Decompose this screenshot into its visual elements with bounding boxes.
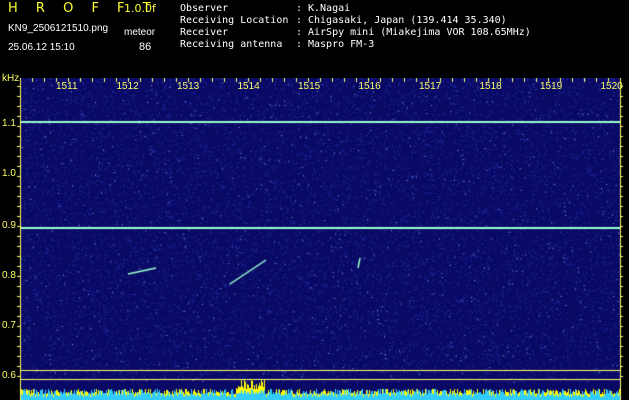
y-tick-label: 1.1 [2, 118, 16, 129]
y-tick-label: 0.6 [2, 370, 16, 381]
y-tick-label: 0.9 [2, 220, 16, 231]
observer-colon: : [296, 3, 303, 14]
x-tick-label: 1517 [419, 81, 442, 92]
datetime: 25.06.12 15:10 [8, 42, 75, 53]
app-version: 1.0.0f [124, 2, 156, 15]
spectrogram-panel: kHz 1.1 1.0 0.9 0.8 0.7 0.6 1511 1512 1513 1514 1… [0, 74, 629, 400]
x-tick-label: 1516 [358, 81, 381, 92]
meteor-count: 86 [139, 41, 152, 53]
location-value: Chigasaki, Japan (139.414 35.340) [308, 15, 507, 26]
location-key: Receiving Location [180, 15, 289, 26]
y-unit-label: kHz [2, 73, 20, 84]
antenna-colon: : [296, 39, 303, 50]
x-tick-label: 1520 [600, 81, 623, 92]
x-tick-label: 1512 [116, 81, 139, 92]
x-tick-label: 1515 [298, 81, 321, 92]
antenna-value: Maspro FM-3 [308, 39, 375, 50]
observer-key: Observer [180, 3, 229, 14]
receiver-value: AirSpy mini (Miakejima VOR 108.65MHz) [308, 27, 531, 38]
y-tick-label: 1.0 [2, 168, 16, 179]
x-tick-label: 1513 [177, 81, 200, 92]
location-colon: : [296, 15, 303, 26]
meteor-label: meteor [124, 27, 156, 38]
antenna-key: Receiving antenna [180, 39, 283, 50]
y-tick-label: 0.7 [2, 320, 16, 331]
x-tick-label: 1518 [479, 81, 502, 92]
x-tick-label: 1519 [540, 81, 563, 92]
spectrogram-canvas [0, 78, 629, 400]
y-tick-label: 0.8 [2, 270, 16, 281]
receiver-colon: : [296, 27, 303, 38]
observer-value: K.Nagai [308, 3, 351, 14]
x-tick-label: 1514 [237, 81, 260, 92]
file-name: KN9_2506121510.png [8, 23, 109, 34]
header-panel: H R O F F T 1.0.0f KN9_2506121510.png me… [0, 0, 629, 78]
x-tick-label: 1511 [56, 81, 78, 92]
receiver-key: Receiver [180, 27, 229, 38]
